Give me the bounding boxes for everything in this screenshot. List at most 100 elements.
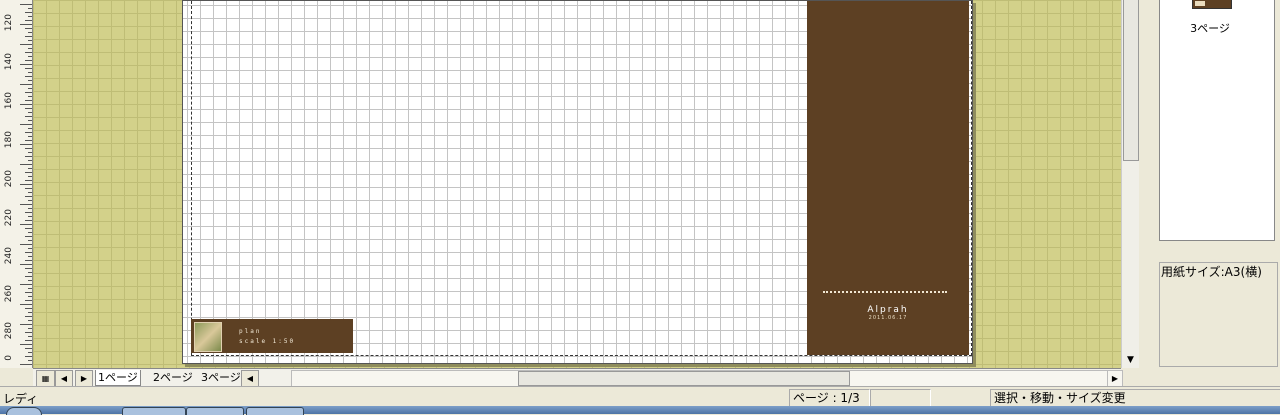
sheet-tab-bar: ▦ ◀ ▶ 1ページ 2ページ 3ページ ◀ ▶ (33, 368, 1123, 387)
ruler-tick (20, 124, 32, 125)
ruler-tick (25, 188, 32, 189)
ruler-label: 120 (4, 14, 14, 32)
ruler-tick (28, 8, 32, 9)
status-ready: レディ (3, 392, 39, 406)
vertical-ruler: 120 140 160 180 200 220 240 260 280 0 (0, 0, 33, 368)
tab-page-1[interactable]: 1ページ (95, 370, 141, 386)
ruler-tick (28, 88, 32, 89)
ruler-tick (20, 364, 32, 365)
ruler-tick (28, 112, 32, 113)
arrow-down-icon[interactable]: ▼ (1122, 352, 1139, 368)
ruler-tick (25, 332, 32, 333)
ruler-tick (20, 284, 32, 285)
vertical-scroll-thumb[interactable] (1123, 0, 1139, 161)
ruler-tick (25, 116, 32, 117)
ruler-label: 200 (4, 170, 14, 188)
ruler-tick (25, 292, 32, 293)
ruler-tick (28, 16, 32, 17)
ruler-label: 240 (4, 247, 14, 265)
horizontal-scroll-thumb[interactable] (518, 371, 850, 386)
ruler-tick (28, 248, 32, 249)
arrow-right-icon[interactable]: ▶ (1107, 371, 1122, 386)
taskbar (0, 406, 1280, 415)
ruler-tick (20, 164, 32, 165)
ruler-label: 260 (4, 285, 14, 303)
ruler-label: 220 (4, 209, 14, 227)
ruler-tick (20, 44, 32, 45)
ruler-tick (28, 256, 32, 257)
ruler-tick (20, 24, 32, 25)
title-block-plan: plan (239, 328, 262, 335)
ruler-tick (28, 336, 32, 337)
ruler-tick (25, 300, 32, 301)
ruler-tick (25, 148, 32, 149)
ruler-tick (28, 320, 32, 321)
ruler-tick (28, 120, 32, 121)
ruler-tick (25, 236, 32, 237)
ruler-tick (25, 52, 32, 53)
ruler-tick (25, 220, 32, 221)
grid-view-icon[interactable]: ▦ (36, 370, 55, 387)
ruler-tick (28, 128, 32, 129)
ruler-tick (25, 172, 32, 173)
ruler-tick (20, 324, 32, 325)
page-thumbnail-list[interactable]: 3ページ (1159, 0, 1275, 241)
ruler-tick (28, 176, 32, 177)
arrow-left-icon[interactable]: ◀ (241, 370, 259, 387)
ruler-tick (20, 144, 32, 145)
ruler-label: 280 (4, 322, 14, 340)
ruler-tick (20, 184, 32, 185)
ruler-tick (28, 168, 32, 169)
title-block-scale: scale 1:50 (239, 338, 296, 345)
ruler-tick (20, 344, 32, 345)
ruler-tick (28, 272, 32, 273)
ruler-tick (28, 232, 32, 233)
ruler-label: 160 (4, 92, 14, 110)
ruler-tick (25, 340, 32, 341)
ruler-tick (20, 264, 32, 265)
ruler-tick (25, 140, 32, 141)
ruler-tick (25, 28, 32, 29)
brand-name: Alprah (867, 305, 909, 315)
ruler-label: 0 (4, 355, 14, 361)
ruler-tick (25, 308, 32, 309)
tab-page-2[interactable]: 2ページ (151, 370, 195, 385)
ruler-tick (25, 132, 32, 133)
ruler-tick (25, 12, 32, 13)
title-block-thumbnail (194, 322, 222, 352)
ruler-tick (25, 60, 32, 61)
page-thumbnail[interactable] (1192, 0, 1232, 9)
ruler-tick (20, 104, 32, 105)
ruler-tick (20, 244, 32, 245)
ruler-tick (25, 276, 32, 277)
ruler-tick (20, 84, 32, 85)
vertical-scrollbar[interactable]: ▼ (1121, 0, 1139, 368)
ruler-tick (28, 352, 32, 353)
drawing-page[interactable]: Alprah 2011.06.17 plan scale 1:50 (182, 0, 973, 364)
ruler-tick (28, 152, 32, 153)
ruler-tick (25, 356, 32, 357)
arrow-left-icon[interactable]: ◀ (55, 370, 73, 387)
ruler-tick (28, 160, 32, 161)
ruler-tick (28, 56, 32, 57)
ruler-tick (25, 348, 32, 349)
ruler-tick (28, 208, 32, 209)
ruler-tick (28, 296, 32, 297)
tab-page-3[interactable]: 3ページ (199, 370, 243, 385)
ruler-tick (28, 80, 32, 81)
ruler-tick (28, 360, 32, 361)
ruler-tick (25, 316, 32, 317)
ruler-tick (25, 180, 32, 181)
ruler-tick (25, 268, 32, 269)
horizontal-scrollbar[interactable]: ▶ (291, 370, 1123, 387)
title-block[interactable]: plan scale 1:50 (191, 319, 353, 353)
brown-side-panel[interactable]: Alprah 2011.06.17 (807, 1, 969, 355)
ruler-tick (20, 304, 32, 305)
ruler-tick (25, 156, 32, 157)
status-empty (870, 389, 931, 407)
ruler-tick (28, 240, 32, 241)
ruler-tick (25, 20, 32, 21)
arrow-right-icon[interactable]: ▶ (75, 370, 93, 387)
ruler-tick (20, 224, 32, 225)
drawing-workspace[interactable]: Alprah 2011.06.17 plan scale 1:50 (33, 0, 1121, 368)
